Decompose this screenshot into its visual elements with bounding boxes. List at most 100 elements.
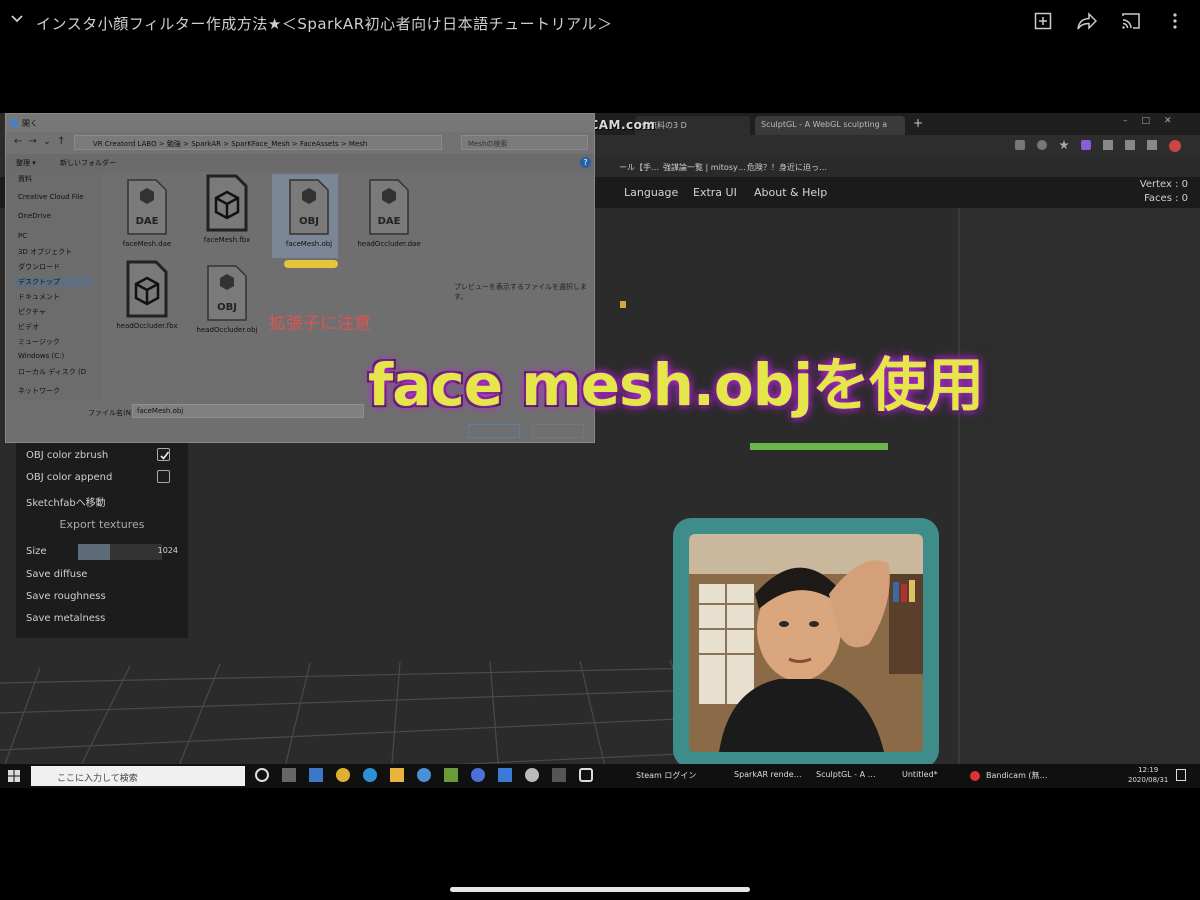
new-folder-button[interactable]: 新しいフォルダー <box>60 158 116 168</box>
cortana-icon <box>255 768 269 782</box>
taskbar-app-steam[interactable]: Steam ログイン <box>636 770 696 781</box>
obj-file-icon: OBJ <box>289 179 329 235</box>
taskbar-app-untitled[interactable]: Untitled* <box>902 770 938 779</box>
obj-append-row[interactable]: OBJ color append <box>26 470 178 488</box>
dialog-title: 開く <box>22 119 38 128</box>
window-controls[interactable]: –□✕ <box>1123 116 1186 126</box>
pinned-apps[interactable] <box>255 768 593 782</box>
clock-date: 2020/08/31 <box>1128 776 1169 784</box>
file-item[interactable]: headOccluder.fbx <box>112 260 182 331</box>
overlay-caption: face mesh.objを使用 <box>368 351 984 419</box>
cancel-button[interactable] <box>532 424 584 438</box>
dialog-toolbar: 整理 ▾ 新しいフォルダー ? <box>6 154 594 172</box>
oculus-icon <box>579 768 593 782</box>
sidebar-item[interactable]: ローカル ディスク (D <box>18 367 86 377</box>
sidebar-item[interactable]: Creative Cloud File <box>18 193 84 201</box>
bookmark-item[interactable]: 強謀論一覧 | mitosy… <box>663 162 746 173</box>
minecraft-icon <box>444 768 458 782</box>
viewport-marker <box>620 301 626 308</box>
taskbar-search-input[interactable]: ここに入力して検索 <box>31 766 245 786</box>
obj-file-icon: OBJ <box>207 265 247 321</box>
dialog-app-icon <box>10 119 18 127</box>
notification-icon[interactable] <box>1176 769 1186 781</box>
preview-message: プレビューを表示するファイルを選択します。 <box>454 283 587 301</box>
folder-icon <box>390 768 404 782</box>
webcam-overlay <box>673 518 939 768</box>
filename-value: faceMesh.obj <box>137 407 184 415</box>
app-icon <box>525 768 539 782</box>
menu-about-help[interactable]: About & Help <box>754 186 827 199</box>
taskbar-app-sparkar[interactable]: SparkAR rende… <box>734 770 802 779</box>
menu-language[interactable]: Language <box>624 186 678 199</box>
home-indicator[interactable] <box>450 887 750 892</box>
player-top-bar: インスタ小顔フィルター作成方法★＜SparkAR初心者向け日本語チュートリアル＞ <box>0 0 1200 46</box>
vertex-count: Vertex : 0 <box>1139 179 1188 190</box>
file-name: headOccluder.fbx <box>116 322 178 330</box>
file-name: headOccluder.dae <box>357 240 421 248</box>
new-tab-icon[interactable]: + <box>913 116 923 130</box>
chrome-icon <box>336 768 350 782</box>
sidebar-item[interactable]: PC <box>18 232 27 240</box>
nav-arrows-icon[interactable]: ←→⌄↑ <box>14 136 72 147</box>
bookmark-item[interactable]: ール【手… <box>619 162 659 173</box>
green-highlight-bar <box>750 443 888 450</box>
sidebar-item[interactable]: ミュージック <box>18 337 60 347</box>
size-row[interactable]: Size 1024 <box>26 544 178 562</box>
sidebar-item[interactable]: ネットワーク <box>18 386 60 396</box>
open-button[interactable] <box>468 424 520 438</box>
sidebar-item[interactable]: ダウンロード <box>18 262 60 272</box>
help-icon[interactable]: ? <box>580 157 591 168</box>
obj-zbrush-label: OBJ color zbrush <box>26 450 109 461</box>
taskbar-app-sculptgl[interactable]: SculptGL - A … <box>816 770 876 779</box>
windows-start-icon[interactable] <box>8 770 20 782</box>
video-frame[interactable]: 全無料の3 D SculptGL - A WebGL sculpting a +… <box>0 113 1200 788</box>
add-to-playlist-icon[interactable] <box>1032 10 1054 32</box>
size-value: 1024 <box>157 546 178 555</box>
sidebar-item[interactable]: ドキュメント <box>18 292 60 302</box>
taskbar-app-bandicam[interactable]: Bandicam (無… <box>986 770 1048 781</box>
chevron-down-icon[interactable] <box>10 12 24 26</box>
obj-append-label: OBJ color append <box>26 472 113 483</box>
size-slider[interactable] <box>78 544 162 560</box>
sidebar-item[interactable]: ピクチャ <box>18 307 46 317</box>
export-textures-heading: Export textures <box>59 518 145 531</box>
browser-tab-active[interactable]: SculptGL - A WebGL sculpting a <box>755 116 905 135</box>
obj-zbrush-checkbox[interactable] <box>157 448 170 461</box>
sidebar-item-selected[interactable]: デスクトップ <box>14 277 92 287</box>
bookmarks-bar: ール【手… 強謀論一覧 | mitosy… 危険？！身近に迫っ… <box>595 157 1200 177</box>
save-roughness-button[interactable]: Save roughness <box>26 589 178 607</box>
more-icon[interactable] <box>1164 10 1186 32</box>
file-item[interactable]: faceMesh.fbx <box>192 174 262 245</box>
sidebar-item[interactable]: OneDrive <box>18 212 51 220</box>
app-icon <box>552 768 566 782</box>
extension-icons[interactable] <box>1015 140 1181 152</box>
webcam-feed <box>689 534 923 752</box>
share-icon[interactable] <box>1076 10 1098 32</box>
obj-append-checkbox[interactable] <box>157 470 170 483</box>
file-item[interactable]: DAE faceMesh.dae <box>112 178 182 249</box>
path-breadcrumb[interactable]: VR Creatord LABO > 勉強 > SparkAR > SparKF… <box>74 135 442 150</box>
bookmark-item[interactable]: 危険？！身近に迫っ… <box>747 162 827 173</box>
filename-input[interactable]: faceMesh.obj <box>132 404 364 418</box>
obj-zbrush-row[interactable]: OBJ color zbrush <box>26 448 178 466</box>
folder-search-input[interactable]: Meshの検索 <box>461 135 588 150</box>
save-diffuse-button[interactable]: Save diffuse <box>26 567 178 585</box>
sketchfab-button[interactable]: Sketchfabへ移動 <box>26 492 178 510</box>
sidebar-item[interactable]: ビデオ <box>18 322 39 332</box>
file-item-selected[interactable]: OBJ faceMesh.obj <box>272 174 344 258</box>
app-icon <box>417 768 431 782</box>
store-icon <box>309 768 323 782</box>
file-badge: OBJ <box>217 302 237 313</box>
organize-button[interactable]: 整理 ▾ <box>16 158 36 168</box>
file-item[interactable]: OBJ headOccluder.obj <box>192 264 262 335</box>
file-item[interactable]: DAE headOccluder.dae <box>354 178 424 249</box>
file-name: faceMesh.fbx <box>203 236 251 244</box>
save-metalness-button[interactable]: Save metalness <box>26 611 178 629</box>
menu-extra-ui[interactable]: Extra UI <box>693 186 737 199</box>
sidebar-item[interactable]: Windows (C:) <box>18 352 64 360</box>
sidebar-item[interactable]: 資料 <box>18 174 32 184</box>
sidebar-item[interactable]: 3D オブジェクト <box>18 247 72 257</box>
cast-icon[interactable] <box>1120 10 1142 32</box>
tab-label: SculptGL - A WebGL sculpting a <box>761 120 888 129</box>
taskbar-clock[interactable]: 12:19 2020/08/31 <box>1128 765 1168 785</box>
